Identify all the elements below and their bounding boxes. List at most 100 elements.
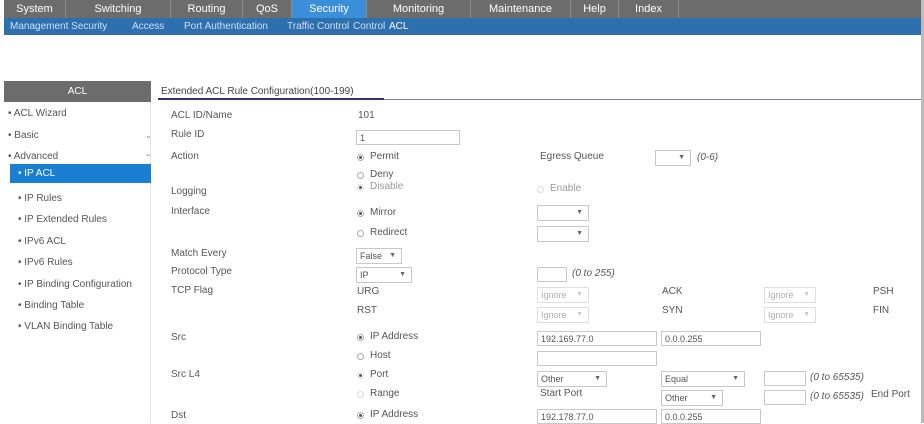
redirect-label: Redirect [370,227,408,238]
sidebar-item-vlan-binding-table[interactable]: • VLAN Binding Table [18,321,113,332]
mirror-radio[interactable] [357,210,364,217]
start-port-label: Start Port [540,388,583,399]
dst-mask-input[interactable] [661,409,761,424]
rst-label: RST [357,305,377,316]
acl-id-value: 101 [358,110,375,121]
subnav-control[interactable]: Control [353,18,385,35]
match-every-select[interactable]: False ▼ [356,248,402,264]
rst-select[interactable]: Ignore ▼ [537,307,589,323]
chevron-down-icon: ▼ [576,209,583,216]
subnav-access[interactable]: Access [132,18,164,35]
sub-navigation: Management Security Access Port Authenti… [4,18,924,35]
top-navigation: System Switching Routing QoS Security Mo… [4,0,924,18]
action-label: Action [171,151,199,162]
protocol-number-input[interactable] [537,267,567,282]
sidebar-item-ipv6-rules[interactable]: • IPv6 Rules [18,257,73,268]
nav-maintenance[interactable]: Maintenance [471,0,571,18]
chevron-down-icon: ▼ [389,252,396,259]
sidebar-item-ip-rules[interactable]: • IP Rules [18,193,62,204]
psh-label: PSH [873,286,894,297]
sidebar-item-ipv6-acl[interactable]: • IPv6 ACL [18,236,66,247]
src-l4-label: Src L4 [171,369,200,380]
sidebar-header: ACL [4,81,151,102]
nav-index[interactable]: Index [619,0,679,18]
egress-queue-label: Egress Queue [540,151,604,162]
title-underline [158,98,384,100]
dst-ip-address-label: IP Address [370,409,419,420]
nav-routing[interactable]: Routing [171,0,243,18]
enable-radio[interactable] [537,186,544,193]
src-range-radio[interactable] [357,391,364,398]
tcp-flag-label: TCP Flag [171,285,214,296]
subnav-acl[interactable]: ACL [389,18,408,35]
src-port-number-input[interactable] [764,371,806,386]
chevron-up-icon[interactable]: ⌃ [145,153,152,162]
ack-select[interactable]: Ignore ▼ [764,287,816,303]
syn-select[interactable]: Ignore ▼ [764,307,816,323]
enable-label: Enable [550,183,582,194]
nav-help[interactable]: Help [571,0,619,18]
subnav-management-security[interactable]: Management Security [10,18,107,35]
syn-label: SYN [662,305,683,316]
sidebar-item-basic[interactable]: • Basic [8,130,39,141]
dst-ip-input[interactable] [537,409,657,424]
permit-label: Permit [370,151,399,162]
src-port-range: (0 to 65535) [810,372,864,383]
chevron-down-icon: ▼ [803,291,810,298]
src-start-port-input[interactable] [764,390,806,405]
rule-id-input[interactable] [356,130,460,145]
protocol-type-select[interactable]: IP ▼ [356,267,412,283]
nav-system[interactable]: System [4,0,66,18]
src-host-input[interactable] [537,351,657,366]
sidebar-item-advanced[interactable]: • Advanced [8,151,58,162]
permit-radio[interactable] [357,154,364,161]
nav-security[interactable]: Security [292,0,367,18]
deny-label: Deny [370,169,394,180]
egress-queue-range: (0-6) [697,152,719,163]
src-port-operator-select[interactable]: Equal ▼ [661,371,745,387]
src-mask-input[interactable] [661,331,761,346]
chevron-down-icon: ▼ [576,311,583,318]
sidebar-item-acl-wizard[interactable]: • ACL Wizard [8,108,67,119]
chevron-down-icon[interactable]: ⌄ [145,131,152,140]
mirror-label: Mirror [370,207,397,218]
nav-qos[interactable]: QoS [243,0,292,18]
chevron-down-icon: ▼ [732,375,739,382]
src-host-label: Host [370,350,391,361]
redirect-radio[interactable] [357,230,364,237]
sidebar-item-ip-binding-configuration[interactable]: • IP Binding Configuration [18,279,132,290]
interface-label: Interface [171,206,210,217]
urg-select[interactable]: Ignore ▼ [537,287,589,303]
disable-radio[interactable] [357,184,364,191]
chevron-down-icon: ▼ [594,375,601,382]
chevron-down-icon: ▼ [399,271,406,278]
nav-switching[interactable]: Switching [66,0,171,18]
subnav-port-authentication[interactable]: Port Authentication [184,18,268,35]
dst-ip-address-radio[interactable] [357,412,364,419]
ack-label: ACK [662,286,683,297]
chevron-down-icon: ▼ [803,311,810,318]
nav-monitoring[interactable]: Monitoring [367,0,471,18]
src-ip-address-label: IP Address [370,331,419,342]
match-every-label: Match Every [171,248,227,259]
sidebar-item-binding-table[interactable]: • Binding Table [18,300,84,311]
mirror-interface-select[interactable]: ▼ [537,205,589,221]
chevron-down-icon: ▼ [576,230,583,237]
egress-queue-select[interactable]: ▼ [655,150,691,166]
src-port-radio[interactable] [357,372,364,379]
sidebar-item-ip-acl[interactable]: • IP ACL [10,164,151,183]
src-range-label: Range [370,388,400,399]
rule-id-label: Rule ID [171,129,205,140]
redirect-interface-select[interactable]: ▼ [537,226,589,242]
deny-radio[interactable] [357,172,364,179]
logging-label: Logging [171,186,207,197]
src-ip-address-radio[interactable] [357,334,364,341]
src-ip-input[interactable] [537,331,657,346]
protocol-type-label: Protocol Type [171,266,232,277]
sidebar-item-ip-extended-rules[interactable]: • IP Extended Rules [18,214,107,225]
acl-id-label: ACL ID/Name [171,110,233,121]
src-host-radio[interactable] [357,353,364,360]
src-start-port-select[interactable]: Other ▼ [661,390,723,406]
subnav-traffic-control[interactable]: Traffic Control [287,18,349,35]
src-port-select[interactable]: Other ▼ [537,371,607,387]
